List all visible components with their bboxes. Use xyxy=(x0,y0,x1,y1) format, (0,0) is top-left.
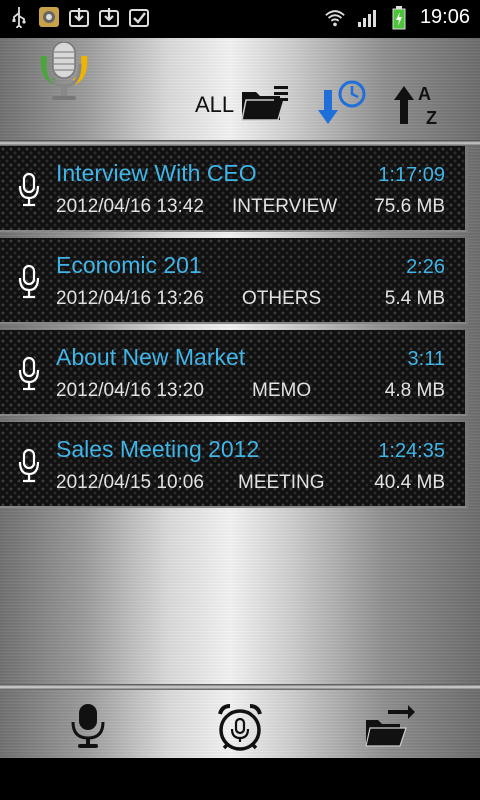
microphone-icon xyxy=(16,356,42,392)
app-notification-icon xyxy=(38,6,60,28)
recording-size: 5.4 MB xyxy=(384,288,445,309)
record-mic-icon[interactable] xyxy=(64,702,112,750)
microphone-icon xyxy=(16,448,42,484)
recording-duration: 3:11 xyxy=(407,348,445,370)
recording-duration: 1:17:09 xyxy=(378,164,445,186)
recording-duration: 2:26 xyxy=(406,256,445,278)
recording-title: Economic 201 xyxy=(56,252,202,278)
recording-category: OTHERS xyxy=(242,288,322,309)
battery-charging-icon xyxy=(388,5,410,29)
folder-transfer-icon[interactable] xyxy=(364,702,415,750)
signal-icon xyxy=(356,7,378,29)
recording-item[interactable]: Economic 201 2:26 2012/04/16 13:26 OTHER… xyxy=(0,238,468,324)
recording-size: 75.6 MB xyxy=(374,196,445,217)
recording-title: About New Market xyxy=(56,344,246,370)
recording-date: 2012/04/16 13:26 xyxy=(56,288,204,309)
recording-item[interactable]: Sales Meeting 2012 1:24:35 2012/04/15 10… xyxy=(0,422,468,508)
folder-list-icon[interactable] xyxy=(240,84,292,124)
download-icon xyxy=(68,6,90,28)
recording-category: MEMO xyxy=(252,380,312,401)
recording-date: 2012/04/16 13:20 xyxy=(56,380,204,401)
app-logo-mic-icon[interactable] xyxy=(40,41,88,130)
recording-date: 2012/04/16 13:42 xyxy=(56,196,204,217)
microphone-icon xyxy=(16,172,42,208)
usb-icon xyxy=(8,6,30,28)
recording-title: Sales Meeting 2012 xyxy=(56,436,260,462)
microphone-icon xyxy=(16,264,42,300)
recording-item[interactable]: Interview With CEO 1:17:09 2012/04/16 13… xyxy=(0,146,468,232)
task-done-icon xyxy=(128,6,150,28)
filter-all-label[interactable]: ALL xyxy=(195,92,234,118)
status-time: 19:06 xyxy=(419,6,470,28)
recording-size: 40.4 MB xyxy=(374,472,445,493)
svg-text:Z: Z xyxy=(426,108,437,128)
system-nav-bar xyxy=(0,758,480,800)
sort-by-time-icon[interactable] xyxy=(316,80,370,128)
recording-date: 2012/04/15 10:06 xyxy=(56,472,204,493)
recording-category: INTERVIEW xyxy=(232,196,338,217)
status-bar: 19:06 xyxy=(0,0,480,38)
sort-az-icon[interactable]: A Z xyxy=(392,80,446,128)
recording-title: Interview With CEO xyxy=(56,160,257,186)
bottom-bar xyxy=(0,690,480,758)
alarm-record-icon[interactable] xyxy=(216,702,264,751)
recording-duration: 1:24:35 xyxy=(378,440,445,462)
recording-size: 4.8 MB xyxy=(384,380,445,401)
download-done-icon xyxy=(98,6,120,28)
svg-text:A: A xyxy=(418,84,431,104)
recording-category: MEETING xyxy=(238,472,325,493)
recording-item[interactable]: About New Market 3:11 2012/04/16 13:20 M… xyxy=(0,330,468,416)
wifi-icon xyxy=(324,7,346,29)
recording-list: Interview With CEO 1:17:09 2012/04/16 13… xyxy=(0,146,468,514)
